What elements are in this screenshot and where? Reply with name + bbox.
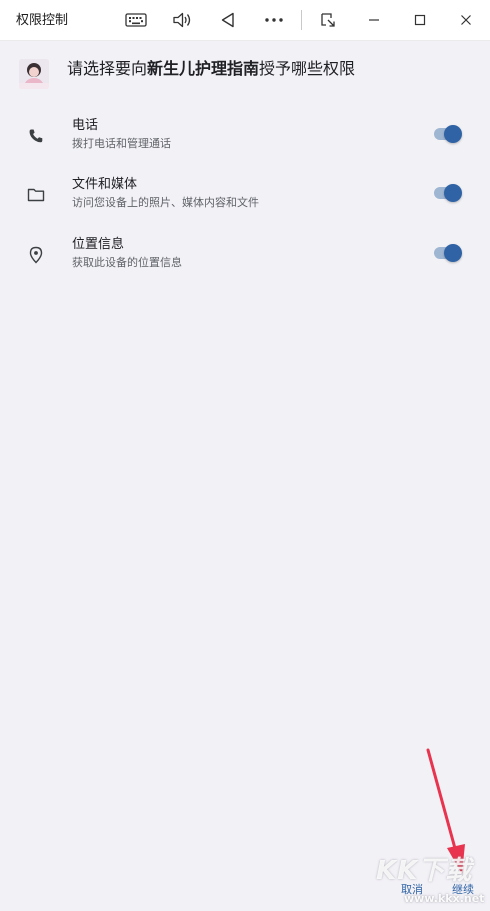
prompt-suffix: 授予哪些权限 (259, 59, 356, 78)
permission-prompt-header: 请选择要向新生儿护理指南授予哪些权限 (19, 56, 479, 92)
close-icon[interactable] (451, 6, 481, 34)
location-pin-icon (25, 244, 47, 266)
window-title: 权限控制 (16, 13, 69, 28)
minimize-icon[interactable] (359, 6, 389, 34)
phone-icon (25, 125, 47, 147)
permission-title: 电话 (72, 118, 99, 133)
continue-button[interactable]: 继续 (452, 882, 474, 898)
files-permission-toggle[interactable] (434, 182, 462, 204)
cancel-button[interactable]: 取消 (401, 882, 423, 898)
maximize-icon[interactable] (405, 6, 435, 34)
folder-icon (25, 184, 47, 206)
permission-description: 访问您设备上的照片、媒体内容和文件 (72, 196, 259, 209)
title-bar: 权限控制 (0, 0, 490, 41)
permission-row-phone[interactable]: 电话 拨打电话和管理通话 (0, 117, 490, 163)
permission-description: 获取此设备的位置信息 (72, 256, 182, 269)
permission-description: 拨打电话和管理通话 (72, 137, 171, 150)
volume-icon[interactable] (167, 6, 197, 34)
prompt-prefix: 请选择要向 (67, 59, 148, 78)
permission-title: 文件和媒体 (72, 177, 138, 192)
toolbar-divider (301, 10, 302, 30)
screen-rotate-icon[interactable] (313, 6, 343, 34)
location-permission-toggle[interactable] (434, 242, 462, 264)
app-name: 新生儿护理指南 (147, 59, 260, 78)
phone-permission-toggle[interactable] (434, 123, 462, 145)
keyboard-icon[interactable] (121, 6, 151, 34)
app-icon (19, 59, 49, 89)
permission-title: 位置信息 (72, 237, 125, 252)
back-triangle-icon[interactable] (213, 6, 243, 34)
more-icon[interactable] (259, 6, 289, 34)
permission-row-location[interactable]: 位置信息 获取此设备的位置信息 (0, 236, 490, 282)
permission-row-files-media[interactable]: 文件和媒体 访问您设备上的照片、媒体内容和文件 (0, 176, 490, 222)
prompt-text: 请选择要向新生儿护理指南授予哪些权限 (67, 58, 467, 80)
